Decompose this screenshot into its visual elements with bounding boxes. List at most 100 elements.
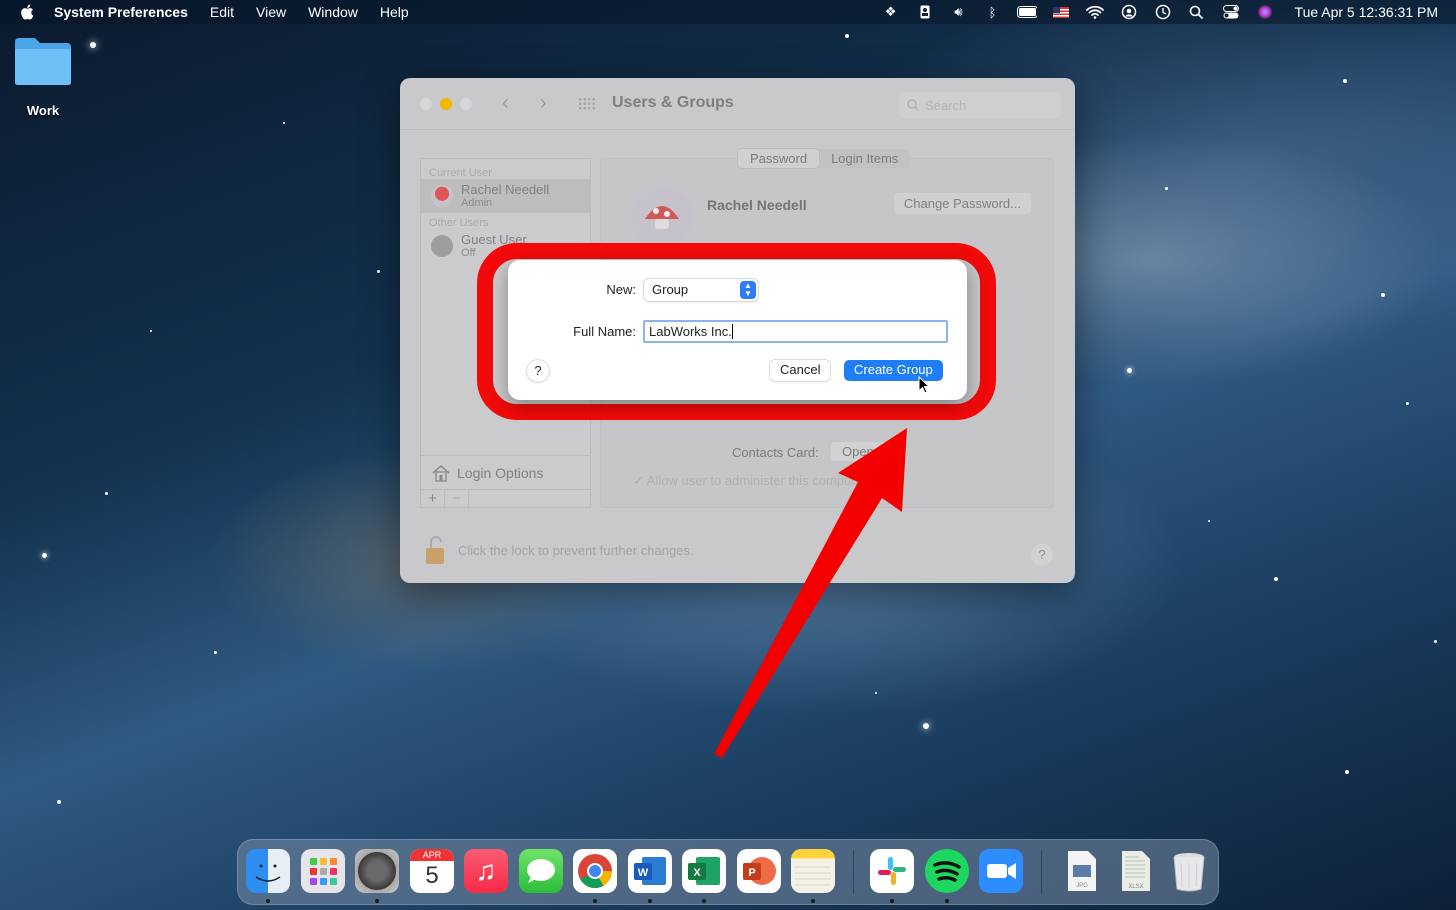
volume-icon[interactable]: 🔊︎ — [949, 4, 969, 20]
user-picture[interactable] — [631, 187, 693, 249]
change-password-button[interactable]: Change Password... — [893, 193, 1031, 214]
spotlight-search-icon[interactable] — [1187, 4, 1207, 20]
dock-running-indicator — [890, 899, 894, 903]
dock-powerpoint-icon[interactable]: P — [737, 849, 781, 893]
time-machine-icon[interactable] — [1153, 4, 1173, 20]
other-users-heading: Other Users — [429, 217, 489, 229]
desktop-folder-work[interactable]: Work — [12, 36, 74, 118]
text-caret — [731, 324, 733, 339]
dock-running-indicator — [648, 899, 652, 903]
unlocked-padlock-icon[interactable] — [424, 534, 446, 566]
minimize-button[interactable] — [440, 98, 452, 110]
contacts-open-button[interactable]: Open... — [831, 442, 896, 461]
mushroom-picture-icon — [645, 206, 679, 229]
forward-chevron-icon[interactable]: › — [540, 92, 547, 115]
dock-notes-icon[interactable] — [791, 849, 835, 893]
menu-clock[interactable]: Tue Apr 5 12:36:31 PM — [1295, 4, 1438, 20]
desktop-folder-label: Work — [26, 103, 60, 118]
mouse-pointer-icon — [918, 376, 931, 394]
menu-view[interactable]: View — [256, 4, 286, 20]
search-placeholder: Search — [925, 97, 967, 113]
menu-window[interactable]: Window — [308, 4, 358, 20]
control-center-icon[interactable] — [1221, 4, 1241, 20]
dock-spotify-icon[interactable] — [925, 849, 969, 893]
add-user-button[interactable]: + — [421, 490, 445, 509]
house-icon — [432, 464, 450, 482]
wifi-icon[interactable] — [1085, 4, 1105, 20]
window-titlebar: ‹ › Users & Groups Search — [400, 78, 1075, 130]
calendar-month: APR — [410, 849, 454, 861]
user-full-name: Rachel Needell — [707, 197, 807, 213]
full-name-value: LabWorks Inc. — [649, 324, 732, 339]
search-icon — [907, 99, 919, 111]
account-type-popup[interactable]: Group ▲ ▼ — [644, 279, 758, 301]
sidebar-user-rachel[interactable]: Rachel Needell Admin — [421, 179, 590, 213]
dock-running-indicator — [811, 899, 815, 903]
menu-app-name[interactable]: System Preferences — [54, 4, 188, 20]
dock-running-indicator — [945, 899, 949, 903]
battery-icon[interactable] — [1016, 4, 1037, 20]
allow-admin-checkbox[interactable]: ✓ Allow user to administer this computer — [633, 473, 866, 489]
svg-text:P: P — [748, 867, 755, 879]
dock-launchpad-icon[interactable] — [301, 849, 345, 893]
dock-trash-icon[interactable] — [1167, 849, 1211, 893]
bluetooth-icon[interactable]: ᛒ — [983, 4, 1003, 20]
new-account-sheet: New: Group ▲ ▼ Full Name: LabWorks Inc. ?… — [508, 260, 967, 400]
mushroom-avatar-icon — [431, 185, 453, 207]
contact-card-icon[interactable] — [915, 4, 935, 20]
close-button[interactable] — [420, 98, 432, 110]
apple-menu-icon[interactable] — [20, 4, 34, 20]
dock-word-icon[interactable]: W — [628, 849, 672, 893]
account-type-value: Group — [652, 282, 689, 297]
dock-zoom-icon[interactable] — [979, 849, 1023, 893]
siri-icon[interactable] — [1255, 4, 1275, 20]
us-flag-input-icon[interactable] — [1051, 4, 1071, 20]
show-all-grid-icon[interactable] — [578, 97, 596, 111]
tab-bar: Password Login Items — [738, 149, 911, 168]
sidebar-user-name: Rachel Needell — [461, 181, 550, 197]
dock-running-indicator — [702, 899, 706, 903]
sidebar-user-role: Admin — [461, 196, 493, 209]
new-type-label: New: — [606, 282, 636, 297]
dock-running-indicator — [593, 899, 597, 903]
dock-chrome-icon[interactable] — [573, 849, 617, 893]
login-options-item[interactable]: Login Options — [421, 455, 590, 489]
dock-finder-icon[interactable] — [246, 849, 290, 893]
dock-separator — [853, 850, 854, 894]
traffic-lights — [420, 98, 472, 110]
menu-help[interactable]: Help — [380, 4, 409, 20]
lock-text: Click the lock to prevent further change… — [458, 542, 694, 558]
dropbox-icon[interactable]: ❖ — [881, 4, 901, 20]
dock-jpg-document-icon[interactable]: JPG — [1060, 849, 1104, 893]
dock-music-icon[interactable]: ♫ — [464, 849, 508, 893]
back-chevron-icon[interactable]: ‹ — [502, 92, 509, 115]
svg-text:XLSX: XLSX — [1128, 884, 1143, 890]
search-field[interactable]: Search — [899, 92, 1061, 118]
tab-password[interactable]: Password — [738, 149, 820, 168]
current-user-heading: Current User — [429, 167, 492, 179]
user-account-icon[interactable] — [1119, 4, 1139, 20]
contacts-card-label: Contacts Card: — [732, 445, 819, 460]
dock-running-indicator — [266, 899, 270, 903]
tab-login-items[interactable]: Login Items — [819, 149, 910, 168]
remove-user-button[interactable]: − — [445, 490, 469, 509]
lock-row: Click the lock to prevent further change… — [424, 534, 694, 566]
dock-messages-icon[interactable] — [519, 849, 563, 893]
dock-calendar-icon[interactable]: APR 5 — [410, 849, 454, 893]
full-name-field[interactable]: LabWorks Inc. — [643, 320, 948, 343]
dock-excel-icon[interactable]: X — [682, 849, 726, 893]
popup-stepper-icon: ▲ ▼ — [740, 281, 756, 299]
dock-separator — [1041, 850, 1042, 894]
window-help-button[interactable]: ? — [1031, 544, 1053, 566]
dock-xlsx-document-icon[interactable]: XLSX — [1114, 849, 1158, 893]
calendar-day: 5 — [425, 862, 439, 889]
cancel-button[interactable]: Cancel — [770, 360, 831, 381]
dock-slack-icon[interactable] — [870, 849, 914, 893]
dock-running-indicator — [375, 899, 379, 903]
dock-system-preferences-icon[interactable] — [355, 849, 399, 893]
zoom-button[interactable] — [460, 98, 472, 110]
folder-icon — [15, 38, 71, 85]
guest-avatar-icon — [431, 235, 453, 257]
dialog-help-button[interactable]: ? — [527, 360, 549, 382]
menu-edit[interactable]: Edit — [210, 4, 234, 20]
